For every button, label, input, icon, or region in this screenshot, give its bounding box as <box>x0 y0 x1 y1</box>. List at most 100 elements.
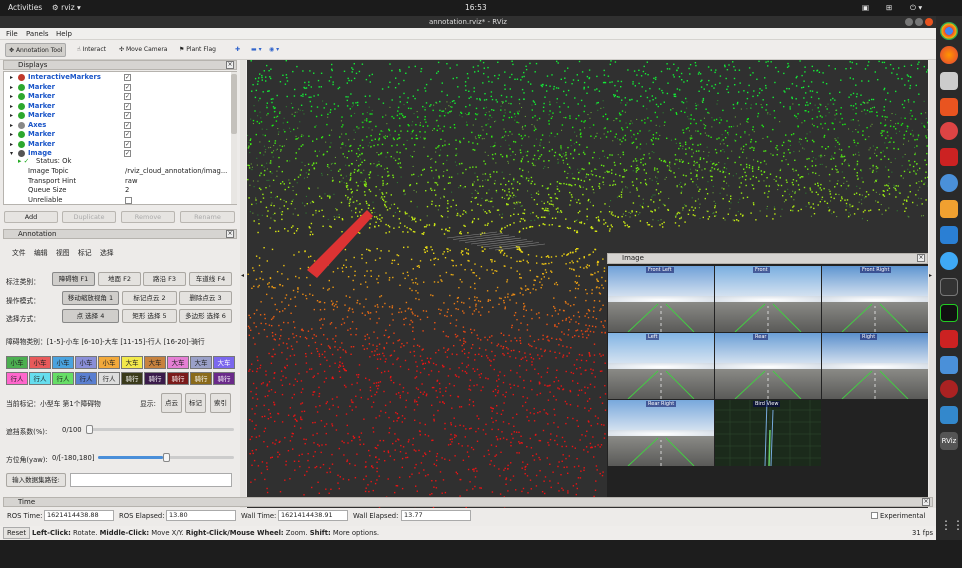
wall-elapsed-field[interactable]: 13.77 <box>401 510 471 521</box>
terminal-icon[interactable] <box>940 278 958 296</box>
category-obstacle-button[interactable]: 障碍物 F1 <box>52 272 95 286</box>
dataset-path-button[interactable]: 输入数据集路径: <box>6 473 66 487</box>
display-property-row[interactable]: Transport Hint raw <box>10 177 240 187</box>
reset-button[interactable]: Reset <box>3 527 30 539</box>
yaw-slider[interactable] <box>98 453 234 462</box>
display-property-row[interactable]: Unreliable <box>10 196 240 206</box>
panel-splitter[interactable]: ◂ <box>240 60 246 508</box>
class-color-button[interactable]: 大车 <box>167 356 189 369</box>
add-display-button[interactable]: Add <box>4 211 58 223</box>
property-value[interactable]: raw <box>125 177 138 187</box>
class-color-button[interactable]: 行人 <box>52 372 74 385</box>
class-color-button[interactable]: 小车 <box>29 356 51 369</box>
display-item[interactable]: ▸ InteractiveMarkers ✓ <box>10 73 240 83</box>
maximize-icon[interactable] <box>915 18 923 26</box>
class-color-button[interactable]: 大车 <box>190 356 212 369</box>
mode-delete-button[interactable]: 删除点云 3 <box>179 291 232 305</box>
show-pointcloud-button[interactable]: 点云 <box>161 393 182 413</box>
time-close-icon[interactable]: × <box>922 498 930 506</box>
class-color-button[interactable]: 小车 <box>75 356 97 369</box>
menu-file[interactable]: File <box>6 30 18 38</box>
annotation-menu-item[interactable]: 选择 <box>100 247 114 257</box>
yaw-slider-handle[interactable] <box>162 453 170 462</box>
display-enabled-checkbox[interactable]: ✓ <box>124 102 131 110</box>
class-color-button[interactable]: 小车 <box>98 356 120 369</box>
keyboard-icon[interactable]: ▣ <box>862 3 869 12</box>
show-index-button[interactable]: 索引 <box>210 393 231 413</box>
close-icon[interactable] <box>925 18 933 26</box>
class-color-button[interactable]: 行人 <box>98 372 120 385</box>
camera-image[interactable]: Front Left <box>608 266 714 332</box>
occlusion-slider-handle[interactable] <box>86 425 93 434</box>
ros-time-field[interactable]: 1621414438.88 <box>44 510 114 521</box>
annotation-menu-item[interactable]: 编辑 <box>34 247 48 257</box>
class-color-button[interactable]: 骑行 <box>167 372 189 385</box>
display-enabled-checkbox[interactable]: ✓ <box>124 112 131 119</box>
software-icon[interactable] <box>940 98 958 116</box>
camera-image[interactable]: Left <box>608 333 714 399</box>
dataset-path-input[interactable] <box>70 473 232 487</box>
files-icon[interactable] <box>940 72 958 90</box>
experimental-checkbox[interactable] <box>871 512 878 519</box>
show-marker-button[interactable]: 标记 <box>185 393 206 413</box>
search-app-icon[interactable] <box>940 252 958 270</box>
wall-time-field[interactable]: 1621414438.91 <box>278 510 348 521</box>
menu-panels[interactable]: Panels <box>26 30 49 38</box>
pycharm-icon[interactable] <box>940 304 958 322</box>
category-curb-button[interactable]: 路沿 F3 <box>143 272 186 286</box>
camera-image[interactable]: Rear Right <box>608 400 714 466</box>
class-color-button[interactable]: 行人 <box>75 372 97 385</box>
display-property-row[interactable]: Queue Size 2 <box>10 186 240 196</box>
rviz-icon[interactable]: RViz <box>940 432 958 450</box>
rename-display-button[interactable]: Rename <box>180 211 235 223</box>
vscode-icon[interactable] <box>940 226 958 244</box>
app-menu[interactable]: ⚙ rviz ▾ <box>52 3 81 12</box>
app-icon-red[interactable] <box>940 148 958 166</box>
display-property-row[interactable]: Image Topic/rviz_cloud_annotation/imag..… <box>10 167 240 177</box>
display-enabled-checkbox[interactable]: ✓ <box>124 74 131 81</box>
unreliable-checkbox[interactable] <box>125 196 132 204</box>
app-icon-orange[interactable] <box>940 200 958 218</box>
class-color-button[interactable]: 行人 <box>29 372 51 385</box>
annotation-menu-item[interactable]: 文件 <box>12 247 26 257</box>
display-item[interactable]: ▸ Marker ✓ <box>10 111 240 121</box>
display-item[interactable]: ▸ Axes ✓ <box>10 121 240 131</box>
class-color-button[interactable]: 骑行 <box>121 372 143 385</box>
image-panel-close-icon[interactable]: × <box>917 254 925 262</box>
display-item[interactable]: ▸ Marker ✓ <box>10 130 240 140</box>
display-enabled-checkbox[interactable]: ✓ <box>124 83 131 91</box>
power-menu-icon[interactable]: ⏻ ▾ <box>910 3 922 13</box>
ros-elapsed-field[interactable]: 13.80 <box>166 510 236 521</box>
annotation-tool-button[interactable]: ✥ Annotation Tool <box>5 43 67 57</box>
class-color-button[interactable]: 大车 <box>144 356 166 369</box>
display-item[interactable]: ▸ Marker ✓ <box>10 140 240 150</box>
select-point-button[interactable]: 点 选择 4 <box>62 309 119 323</box>
show-apps-icon[interactable]: ⋮⋮ <box>940 516 962 534</box>
category-ground-button[interactable]: 地面 F2 <box>98 272 141 286</box>
display-enabled-checkbox[interactable]: ✓ <box>124 150 131 157</box>
app-icon-cyan[interactable] <box>940 406 958 424</box>
activities-button[interactable]: Activities <box>8 3 42 12</box>
display-enabled-checkbox[interactable]: ✓ <box>124 93 131 100</box>
class-color-button[interactable]: 骑行 <box>213 372 235 385</box>
interact-button[interactable]: ☝ Interact <box>74 43 109 57</box>
minimize-icon[interactable] <box>905 18 913 26</box>
display-enabled-checkbox[interactable]: ✓ <box>124 140 131 148</box>
firefox-icon[interactable] <box>940 46 958 64</box>
app-icon-red-2[interactable] <box>940 330 958 348</box>
occlusion-slider[interactable] <box>86 425 234 434</box>
camera-type-icon[interactable]: ◉ ▾ <box>266 43 282 57</box>
right-splitter[interactable]: ▸ <box>929 60 936 508</box>
select-rect-button[interactable]: 矩形 选择 5 <box>122 309 177 323</box>
globe-icon[interactable] <box>940 174 958 192</box>
menu-help[interactable]: Help <box>56 30 72 38</box>
remove-display-button[interactable]: Remove <box>121 211 175 223</box>
property-value[interactable]: /rviz_cloud_annotation/imag... <box>125 167 227 177</box>
annotation-close-icon[interactable]: × <box>226 230 234 238</box>
remove-tool-icon[interactable]: ▬ ▾ <box>248 43 265 57</box>
annotation-menu-item[interactable]: 标记 <box>78 247 92 257</box>
select-polygon-button[interactable]: 多边形 选择 6 <box>179 309 232 323</box>
camera-image[interactable]: Bird View <box>715 400 821 466</box>
mode-move-button[interactable]: 移动缩放视角 1 <box>62 291 119 305</box>
display-item[interactable]: ▸ Marker ✓ <box>10 102 240 112</box>
